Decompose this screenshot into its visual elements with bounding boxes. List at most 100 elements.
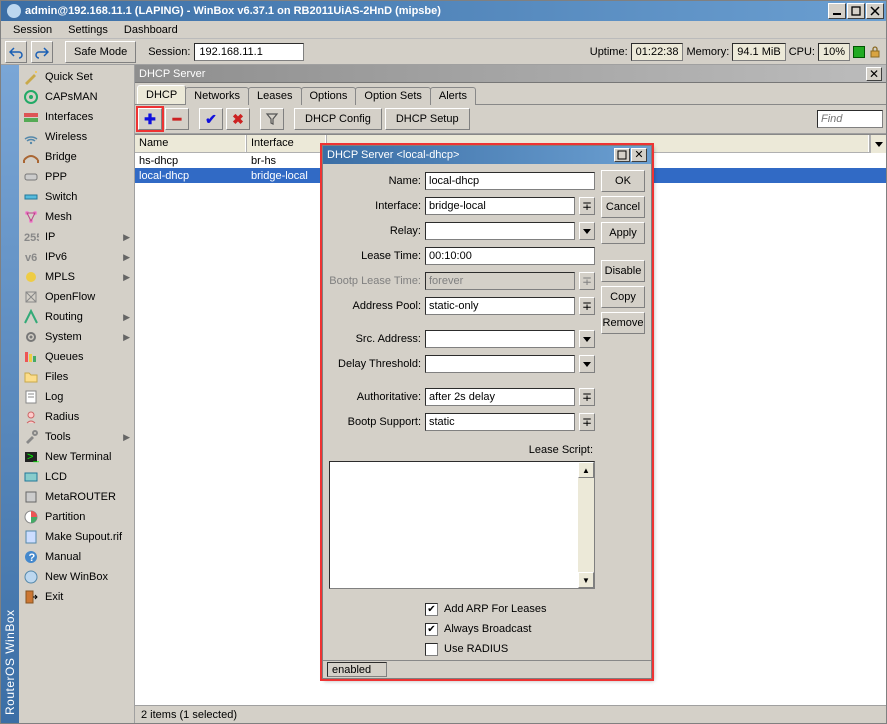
undo-button[interactable]	[5, 41, 27, 63]
input-bootp-support[interactable]	[425, 413, 575, 431]
sidebar-item-mpls[interactable]: MPLS▶	[19, 267, 134, 287]
lock-icon	[868, 45, 882, 59]
close-button[interactable]	[866, 3, 884, 19]
disable-button[interactable]: ✖	[226, 108, 250, 130]
tab-networks[interactable]: Networks	[185, 87, 249, 105]
input-name[interactable]	[425, 172, 595, 190]
sidebar-item-new-terminal[interactable]: >_New Terminal	[19, 447, 134, 467]
sidebar-item-mesh[interactable]: Mesh	[19, 207, 134, 227]
tab-alerts[interactable]: Alerts	[430, 87, 476, 105]
tab-options[interactable]: Options	[301, 87, 357, 105]
sidebar-item-wireless[interactable]: Wireless	[19, 127, 134, 147]
maximize-button[interactable]	[847, 3, 865, 19]
remove-button[interactable]: Remove	[601, 312, 645, 334]
dropdown-button[interactable]: ∓	[579, 413, 595, 431]
columns-dropdown-button[interactable]	[870, 135, 886, 153]
redo-button[interactable]	[31, 41, 53, 63]
dropdown-button[interactable]	[579, 222, 595, 240]
svg-text:>_: >_	[27, 451, 39, 463]
panel-close-button[interactable]: ✕	[866, 67, 882, 81]
dropdown-button[interactable]: ∓	[579, 197, 595, 215]
sidebar-item-exit[interactable]: Exit	[19, 587, 134, 607]
ip-icon: 255	[23, 229, 39, 245]
sidebar-item-switch[interactable]: Switch	[19, 187, 134, 207]
tab-option-sets[interactable]: Option Sets	[355, 87, 430, 105]
terminal-icon: >_	[23, 449, 39, 465]
sidebar-item-ppp[interactable]: PPP	[19, 167, 134, 187]
tab-leases[interactable]: Leases	[248, 87, 301, 105]
openflow-icon	[23, 289, 39, 305]
checkbox-use-radius[interactable]: Use RADIUS	[425, 640, 595, 658]
sidebar-item-ipv6[interactable]: v6IPv6▶	[19, 247, 134, 267]
sidebar-item-new-winbox[interactable]: New WinBox	[19, 567, 134, 587]
dropdown-button[interactable]	[579, 330, 595, 348]
winbox-icon	[23, 569, 39, 585]
dropdown-button[interactable]: ∓	[579, 388, 595, 406]
menu-session[interactable]: Session	[5, 23, 60, 37]
window-title: admin@192.168.11.1 (LAPING) - WinBox v6.…	[25, 5, 827, 17]
sidebar-item-radius[interactable]: Radius	[19, 407, 134, 427]
scroll-down-button[interactable]: ▼	[578, 572, 594, 588]
safe-mode-button[interactable]: Safe Mode	[65, 41, 136, 63]
sidebar-item-supout[interactable]: Make Supout.rif	[19, 527, 134, 547]
dropdown-button[interactable]	[579, 355, 595, 373]
minimize-button[interactable]	[828, 3, 846, 19]
disable-button[interactable]: Disable	[601, 260, 645, 282]
tab-dhcp[interactable]: DHCP	[137, 85, 186, 104]
menu-dashboard[interactable]: Dashboard	[116, 23, 186, 37]
sidebar-item-quickset[interactable]: Quick Set	[19, 67, 134, 87]
dropdown-button[interactable]: ∓	[579, 297, 595, 315]
sidebar-item-queues[interactable]: Queues	[19, 347, 134, 367]
sidebar-item-interfaces[interactable]: Interfaces	[19, 107, 134, 127]
apply-button[interactable]: Apply	[601, 222, 645, 244]
input-lease-time[interactable]	[425, 247, 595, 265]
label-interface: Interface:	[329, 200, 421, 212]
add-button[interactable]: ✚	[138, 108, 162, 130]
dhcp-setup-button[interactable]: DHCP Setup	[385, 108, 470, 130]
enable-button[interactable]: ✔	[199, 108, 223, 130]
sidebar-item-lcd[interactable]: LCD	[19, 467, 134, 487]
textarea-lease-script[interactable]: ▲ ▼	[329, 461, 595, 589]
switch-icon	[23, 189, 39, 205]
cancel-button[interactable]: Cancel	[601, 196, 645, 218]
sidebar-item-partition[interactable]: Partition	[19, 507, 134, 527]
find-input[interactable]	[817, 110, 883, 128]
sidebar-item-tools[interactable]: Tools▶	[19, 427, 134, 447]
copy-button[interactable]: Copy	[601, 286, 645, 308]
sidebar-item-metarouter[interactable]: MetaROUTER	[19, 487, 134, 507]
dialog-close-button[interactable]: ✕	[631, 148, 647, 162]
sidebar-item-label: CAPsMAN	[45, 91, 98, 103]
sidebar-item-system[interactable]: System▶	[19, 327, 134, 347]
input-authoritative[interactable]	[425, 388, 575, 406]
sidebar-item-manual[interactable]: ?Manual	[19, 547, 134, 567]
filter-button[interactable]	[260, 108, 284, 130]
sidebar-item-routing[interactable]: Routing▶	[19, 307, 134, 327]
input-interface[interactable]	[425, 197, 575, 215]
input-address-pool[interactable]	[425, 297, 575, 315]
sidebar-item-bridge[interactable]: Bridge	[19, 147, 134, 167]
dialog-restore-button[interactable]	[614, 148, 630, 162]
sidebar-item-openflow[interactable]: OpenFlow	[19, 287, 134, 307]
remove-button[interactable]: ━	[165, 108, 189, 130]
sidebar-item-files[interactable]: Files	[19, 367, 134, 387]
dhcp-config-button[interactable]: DHCP Config	[294, 108, 382, 130]
dialog-titlebar[interactable]: DHCP Server <local-dhcp> ✕	[323, 146, 651, 164]
wand-icon	[23, 69, 39, 85]
menu-settings[interactable]: Settings	[60, 23, 116, 37]
input-src-address[interactable]	[425, 330, 575, 348]
input-relay[interactable]	[425, 222, 575, 240]
sidebar-item-ip[interactable]: 255IP▶	[19, 227, 134, 247]
sidebar-item-log[interactable]: Log	[19, 387, 134, 407]
column-interface[interactable]: Interface	[247, 135, 327, 152]
checkbox-add-arp[interactable]: ✔Add ARP For Leases	[425, 600, 595, 618]
scrollbar[interactable]: ▲ ▼	[578, 462, 594, 588]
sidebar-item-capsman[interactable]: CAPsMAN	[19, 87, 134, 107]
input-delay-threshold[interactable]	[425, 355, 575, 373]
memory-label: Memory:	[686, 46, 729, 58]
column-name[interactable]: Name	[135, 135, 247, 152]
scroll-up-button[interactable]: ▲	[578, 462, 594, 478]
checkbox-always-broadcast[interactable]: ✔Always Broadcast	[425, 620, 595, 638]
partition-icon	[23, 509, 39, 525]
sidebar-item-label: Exit	[45, 591, 63, 603]
ok-button[interactable]: OK	[601, 170, 645, 192]
